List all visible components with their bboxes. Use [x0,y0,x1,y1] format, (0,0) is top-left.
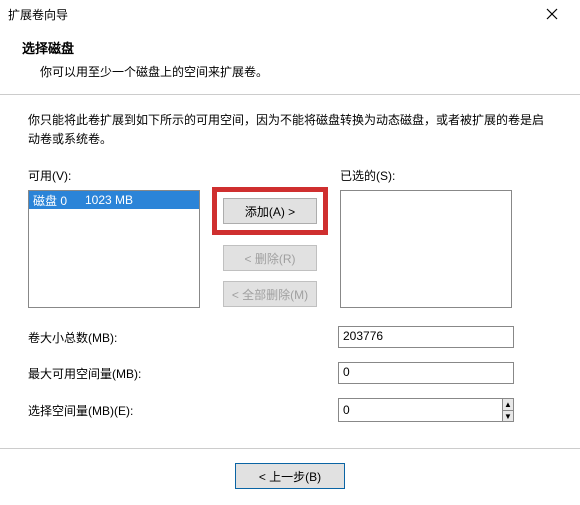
total-size-label: 卷大小总数(MB): [28,329,338,346]
footer: < 上一步(B) [0,448,580,505]
remove-all-button: < 全部删除(M) [223,281,317,307]
spin-up-button[interactable]: ▲ [503,399,513,411]
select-space-row: 选择空间量(MB)(E): ▲ ▼ [28,398,552,422]
list-item-size: 1023 MB [85,193,165,207]
header-block: 选择磁盘 你可以用至少一个磁盘上的空间来扩展卷。 [0,28,580,95]
spin-buttons: ▲ ▼ [503,398,514,422]
window-title: 扩展卷向导 [8,6,532,23]
body-desc: 你只能将此卷扩展到如下所示的可用空间，因为不能将磁盘转换为动态磁盘，或者被扩展的… [28,111,552,149]
list-item[interactable]: 磁盘 0 1023 MB [29,191,199,209]
select-space-label: 选择空间量(MB)(E): [28,402,338,419]
close-button[interactable] [532,0,572,28]
lists-row: 可用(V): 磁盘 0 1023 MB 添加(A) > < 删除(R) < 全部… [28,167,552,308]
max-space-value: 0 [338,362,514,384]
max-space-row: 最大可用空间量(MB): 0 [28,362,552,384]
available-label: 可用(V): [28,167,200,184]
spin-down-button[interactable]: ▼ [503,411,513,422]
add-button[interactable]: 添加(A) > [223,198,317,224]
total-size-row: 卷大小总数(MB): 203776 [28,326,552,348]
select-space-input[interactable] [338,398,503,422]
content-area: 你只能将此卷扩展到如下所示的可用空间，因为不能将磁盘转换为动态磁盘，或者被扩展的… [0,95,580,448]
selected-column: 已选的(S): [340,167,512,308]
fields: 卷大小总数(MB): 203776 最大可用空间量(MB): 0 选择空间量(M… [28,326,552,422]
close-icon [546,8,558,20]
selected-listbox[interactable] [340,190,512,308]
available-column: 可用(V): 磁盘 0 1023 MB [28,167,200,308]
header-title: 选择磁盘 [22,38,558,57]
selected-label: 已选的(S): [340,167,512,184]
wizard-window: 扩展卷向导 选择磁盘 你可以用至少一个磁盘上的空间来扩展卷。 你只能将此卷扩展到… [0,0,580,505]
transfer-buttons: 添加(A) > < 删除(R) < 全部删除(M) [212,167,328,307]
add-highlight: 添加(A) > [212,187,328,235]
available-listbox[interactable]: 磁盘 0 1023 MB [28,190,200,308]
total-size-value: 203776 [338,326,514,348]
max-space-label: 最大可用空间量(MB): [28,365,338,382]
select-space-spinner[interactable]: ▲ ▼ [338,398,514,422]
titlebar: 扩展卷向导 [0,0,580,28]
list-item-disk: 磁盘 0 [33,192,85,209]
header-desc: 你可以用至少一个磁盘上的空间来扩展卷。 [22,63,558,80]
remove-button: < 删除(R) [223,245,317,271]
back-button[interactable]: < 上一步(B) [235,463,345,489]
